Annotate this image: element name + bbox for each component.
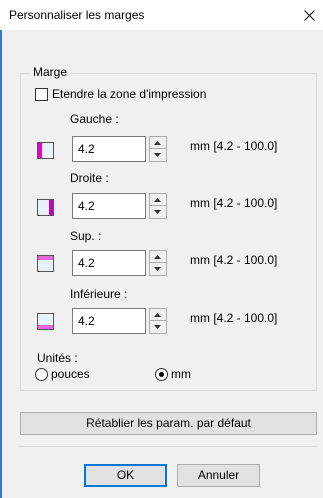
chevron-down-icon: [154, 210, 161, 214]
bottom-margin-increment-button[interactable]: [150, 309, 166, 321]
left-margin-label: Gauche :: [70, 112, 119, 126]
left-margin-increment-button[interactable]: [150, 137, 166, 149]
window-title: Personnaliser les marges: [9, 8, 145, 22]
ok-button[interactable]: OK: [84, 464, 167, 487]
checkbox-box[interactable]: [35, 88, 48, 101]
bottom-margin-input[interactable]: 4.2: [72, 308, 146, 334]
bottom-margin-spinner: [149, 308, 167, 334]
right-margin-input[interactable]: 4.2: [72, 193, 146, 219]
left-margin-input[interactable]: 4.2: [72, 136, 146, 162]
units-label: Unités :: [37, 351, 78, 365]
units-inches-radio[interactable]: pouces: [35, 367, 105, 383]
top-margin-decrement-button[interactable]: [150, 263, 166, 275]
right-margin-spinner: [149, 193, 167, 219]
units-mm-radio[interactable]: mm: [155, 367, 205, 383]
bottom-margin-label: Inférieure :: [70, 287, 128, 301]
bottom-margin-range: mm [4.2 - 100.0]: [190, 311, 278, 325]
left-margin-spinner: [149, 136, 167, 162]
left-margin-decrement-button[interactable]: [150, 149, 166, 161]
chevron-down-icon: [154, 153, 161, 157]
right-margin-range: mm [4.2 - 100.0]: [190, 196, 278, 210]
separator: [18, 446, 317, 447]
margin-bottom-icon: [37, 313, 54, 330]
right-margin-label: Droite :: [70, 171, 109, 185]
chevron-up-icon: [154, 198, 161, 202]
bottom-margin-decrement-button[interactable]: [150, 321, 166, 333]
radio-selected-dot: [159, 372, 164, 377]
top-margin-label: Sup. :: [70, 229, 102, 243]
radio-circle[interactable]: [155, 368, 168, 381]
margin-group-legend: Marge: [30, 65, 71, 79]
cancel-button[interactable]: Annuler: [177, 464, 260, 487]
window-border: [0, 0, 2, 498]
top-margin-increment-button[interactable]: [150, 251, 166, 263]
chevron-down-icon: [154, 267, 161, 271]
right-margin-decrement-button[interactable]: [150, 206, 166, 218]
chevron-down-icon: [154, 325, 161, 329]
units-mm-label: mm: [171, 367, 191, 381]
title-bar: Personnaliser les marges: [0, 0, 323, 30]
margin-groupbox: [20, 73, 317, 391]
margin-left-icon: [37, 142, 54, 159]
margin-top-icon: [37, 255, 54, 272]
customize-margins-dialog: Personnaliser les marges Marge Etendre l…: [0, 0, 323, 498]
close-button[interactable]: [295, 1, 323, 29]
top-margin-spinner: [149, 250, 167, 276]
chevron-up-icon: [154, 313, 161, 317]
top-margin-input[interactable]: 4.2: [72, 250, 146, 276]
margin-right-icon: [37, 199, 54, 216]
chevron-up-icon: [154, 255, 161, 259]
left-margin-range: mm [4.2 - 100.0]: [190, 139, 278, 153]
top-margin-range: mm [4.2 - 100.0]: [190, 253, 278, 267]
right-margin-increment-button[interactable]: [150, 194, 166, 206]
extend-print-area-label: Etendre la zone d'impression: [52, 87, 207, 101]
reset-defaults-button[interactable]: Rétablier les param. par défaut: [20, 412, 317, 435]
radio-circle[interactable]: [35, 368, 48, 381]
close-icon: [304, 10, 315, 21]
units-inches-label: pouces: [51, 367, 90, 381]
chevron-up-icon: [154, 141, 161, 145]
